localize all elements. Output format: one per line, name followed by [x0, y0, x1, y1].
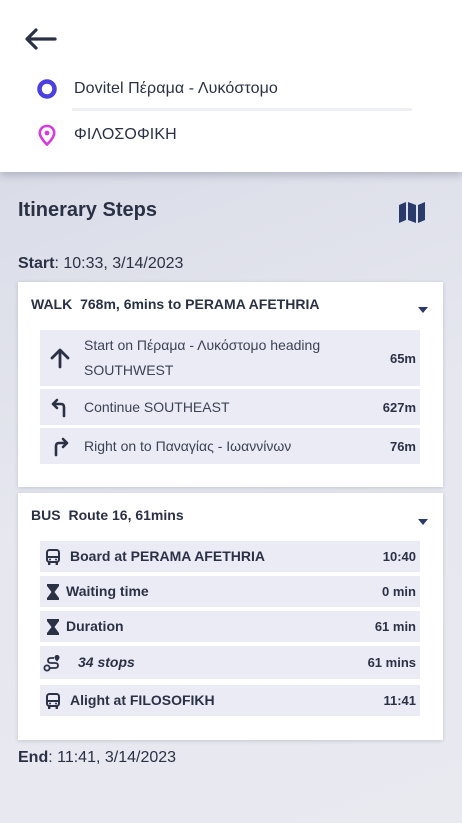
list-item: Alight at FILOSOFIKH 11:41: [40, 685, 420, 716]
origin-row[interactable]: Dovitel Πέραμα - Λυκόστομο: [36, 71, 416, 107]
leg-header: WALK 768m, 6mins to PERAMA AFETHRIA: [31, 296, 319, 312]
leg-mode: BUS: [31, 507, 61, 523]
bus-icon: [40, 548, 66, 566]
list-item: 34 stops 61 mins: [40, 646, 420, 679]
step-text: Waiting time: [66, 583, 149, 599]
caret-down-icon: [418, 307, 428, 313]
step-text: Continue SOUTHEAST: [84, 398, 230, 415]
list-item: Board at PERAMA AFETHRIA 10:40: [40, 541, 420, 572]
step-text: Start on Πέραμα - Λυκόστομο heading SOUT…: [84, 337, 321, 378]
list-item: Right on to Παναγίας - Ιωαννίνων 76m: [40, 428, 420, 464]
step-distance: 76m: [389, 438, 416, 454]
expand-toggle[interactable]: [415, 302, 431, 318]
list-item: Waiting time 0 min: [40, 576, 420, 607]
walk-leg-card: WALK 768m, 6mins to PERAMA AFETHRIA Star…: [18, 282, 443, 487]
step-text: Alight at FILOSOFIKH: [70, 692, 215, 708]
step-distance: 65m: [389, 350, 416, 366]
destination-row[interactable]: ΦΙΛΟΣΟΦΙΚΗ: [36, 117, 416, 153]
step-text: Right on to Παναγίας - Ιωαννίνων: [84, 437, 292, 454]
origin-label: Dovitel Πέραμα - Λυκόστομο: [74, 80, 278, 97]
map-icon: [399, 202, 425, 223]
caret-down-icon: [418, 519, 428, 525]
step-time: 61 mins: [367, 655, 416, 670]
list-item: Start on Πέραμα - Λυκόστομο heading SOUT…: [40, 330, 420, 386]
list-item: Duration 61 min: [40, 611, 420, 642]
step-time: 0 min: [382, 584, 416, 599]
arrow-up-icon: [40, 347, 80, 369]
end-time: End: 11:41, 3/14/2023: [18, 749, 177, 766]
bus-icon: [40, 692, 66, 710]
bus-leg-card: BUS Route 16, 61mins Board at PERAMA AFE…: [18, 493, 443, 740]
step-text: 34 stops: [78, 654, 135, 670]
turn-right-icon: [40, 435, 80, 457]
leg-header: BUS Route 16, 61mins: [31, 507, 184, 523]
leg-summary: 768m, 6mins to PERAMA AFETHRIA: [80, 296, 320, 312]
back-button[interactable]: [20, 24, 60, 54]
expand-toggle[interactable]: [415, 514, 431, 530]
step-time: 61 min: [374, 619, 416, 634]
arrow-left-icon: [25, 28, 57, 50]
leg-summary: Route 16, 61mins: [68, 507, 184, 523]
location-pin-icon: [36, 124, 58, 146]
step-time: 11:41: [383, 693, 416, 708]
destination-label: ΦΙΛΟΣΟΦΙΚΗ: [74, 126, 177, 143]
leg-mode: WALK: [31, 296, 73, 312]
list-item: Continue SOUTHEAST 627m: [40, 389, 420, 425]
step-time: 10:40: [382, 549, 416, 564]
step-distance: 627m: [382, 399, 416, 415]
page-title: Itinerary Steps: [18, 199, 157, 221]
turn-left-icon: [40, 396, 80, 418]
route-header: Dovitel Πέραμα - Λυκόστομο ΦΙΛΟΣΟΦΙΚΗ: [0, 0, 462, 172]
origin-circle-icon: [36, 78, 58, 100]
step-text: Duration: [66, 618, 124, 634]
hourglass-icon: [40, 583, 66, 601]
hourglass-icon: [40, 618, 66, 636]
route-stops-icon: [40, 653, 66, 673]
start-time: Start: 10:33, 3/14/2023: [18, 255, 184, 272]
step-text: Board at PERAMA AFETHRIA: [70, 548, 265, 564]
route-divider: [72, 108, 412, 111]
map-button[interactable]: [396, 199, 428, 225]
